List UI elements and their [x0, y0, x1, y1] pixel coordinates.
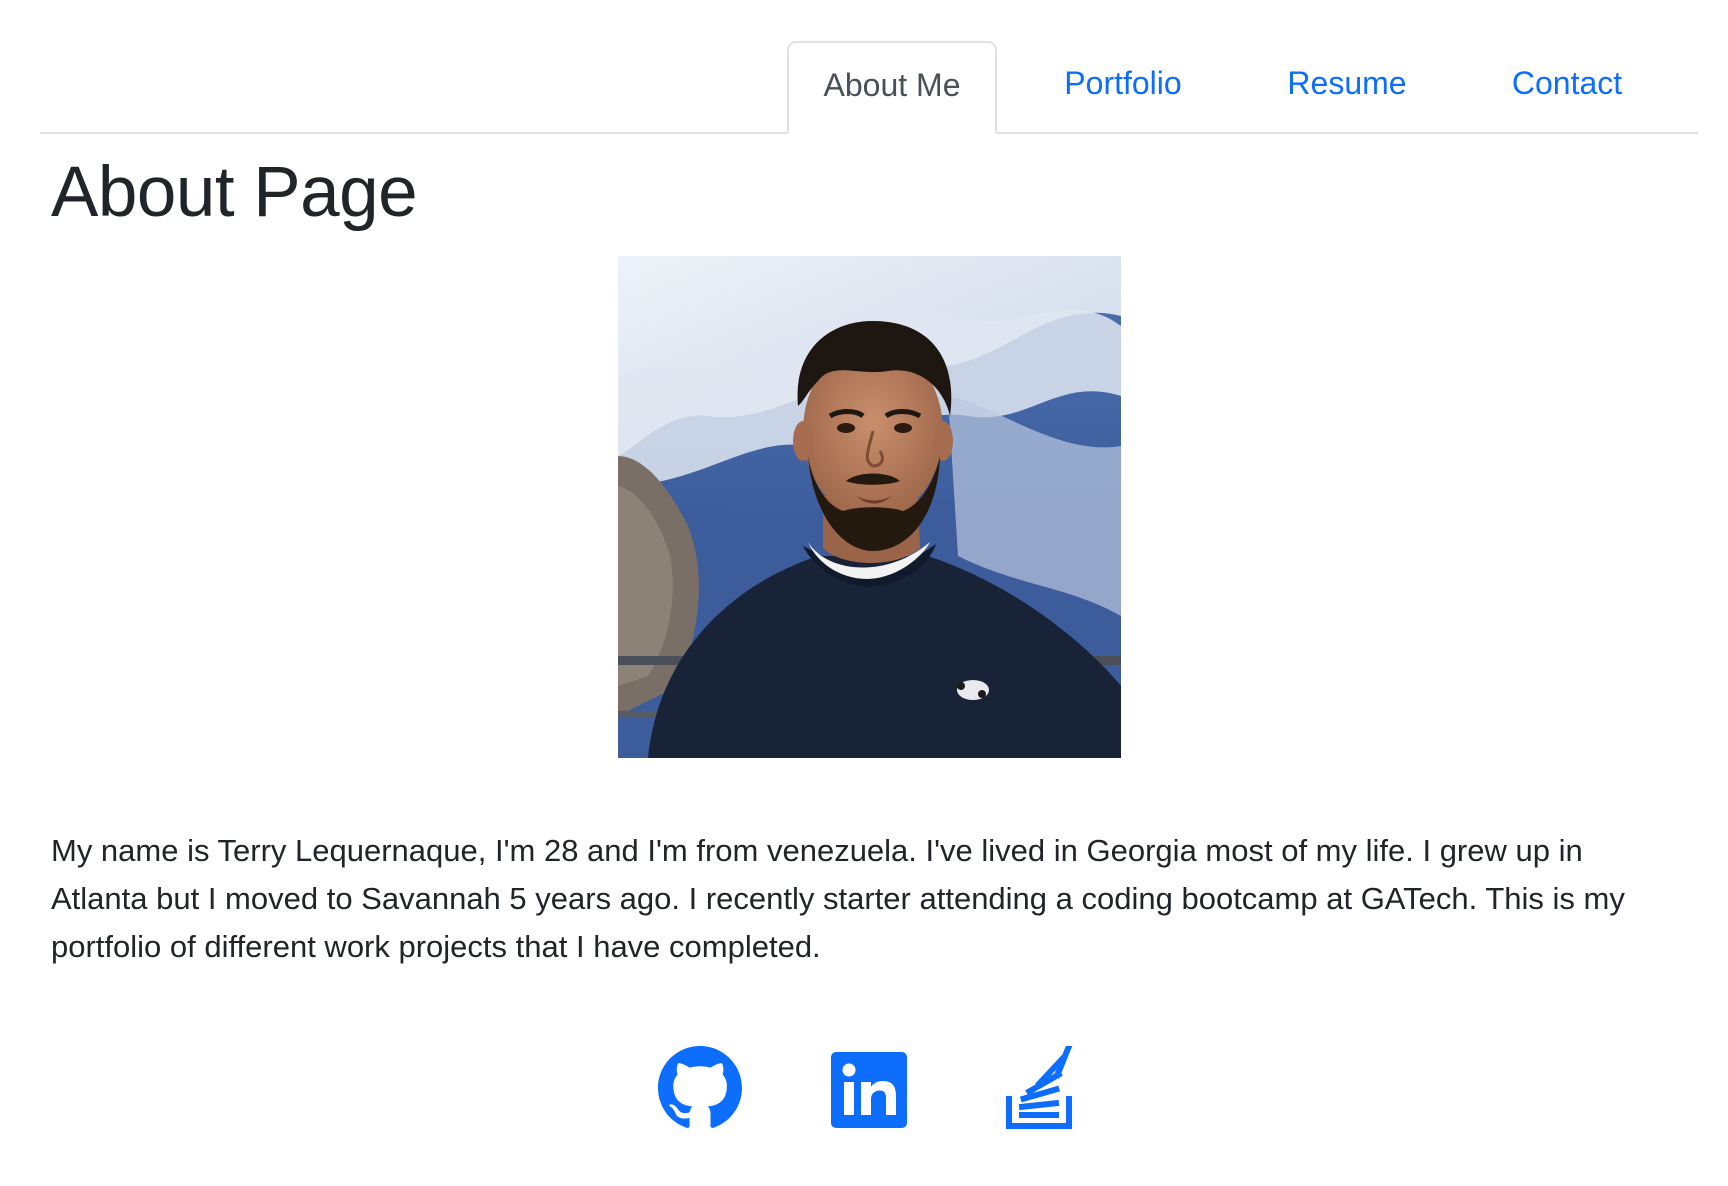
tab-portfolio[interactable]: Portfolio [1038, 41, 1208, 134]
page: About Me Portfolio Resume Contact About … [0, 0, 1728, 1186]
tab-about-me[interactable]: About Me [787, 41, 997, 134]
social-links [0, 1043, 1728, 1130]
stackoverflow-link[interactable] [997, 1043, 1081, 1130]
github-icon [658, 1046, 742, 1128]
bio-text: My name is Terry Lequernaque, I'm 28 and… [51, 833, 1625, 964]
tab-contact[interactable]: Contact [1492, 41, 1642, 134]
profile-photo [618, 256, 1121, 758]
linkedin-link[interactable] [827, 1046, 911, 1130]
nav-tabs: About Me Portfolio Resume Contact [40, 0, 1698, 134]
stackoverflow-icon [1006, 1043, 1073, 1129]
linkedin-icon [831, 1052, 907, 1128]
tab-resume[interactable]: Resume [1272, 41, 1422, 134]
page-title: About Page [51, 153, 418, 232]
github-link[interactable] [658, 1046, 742, 1130]
